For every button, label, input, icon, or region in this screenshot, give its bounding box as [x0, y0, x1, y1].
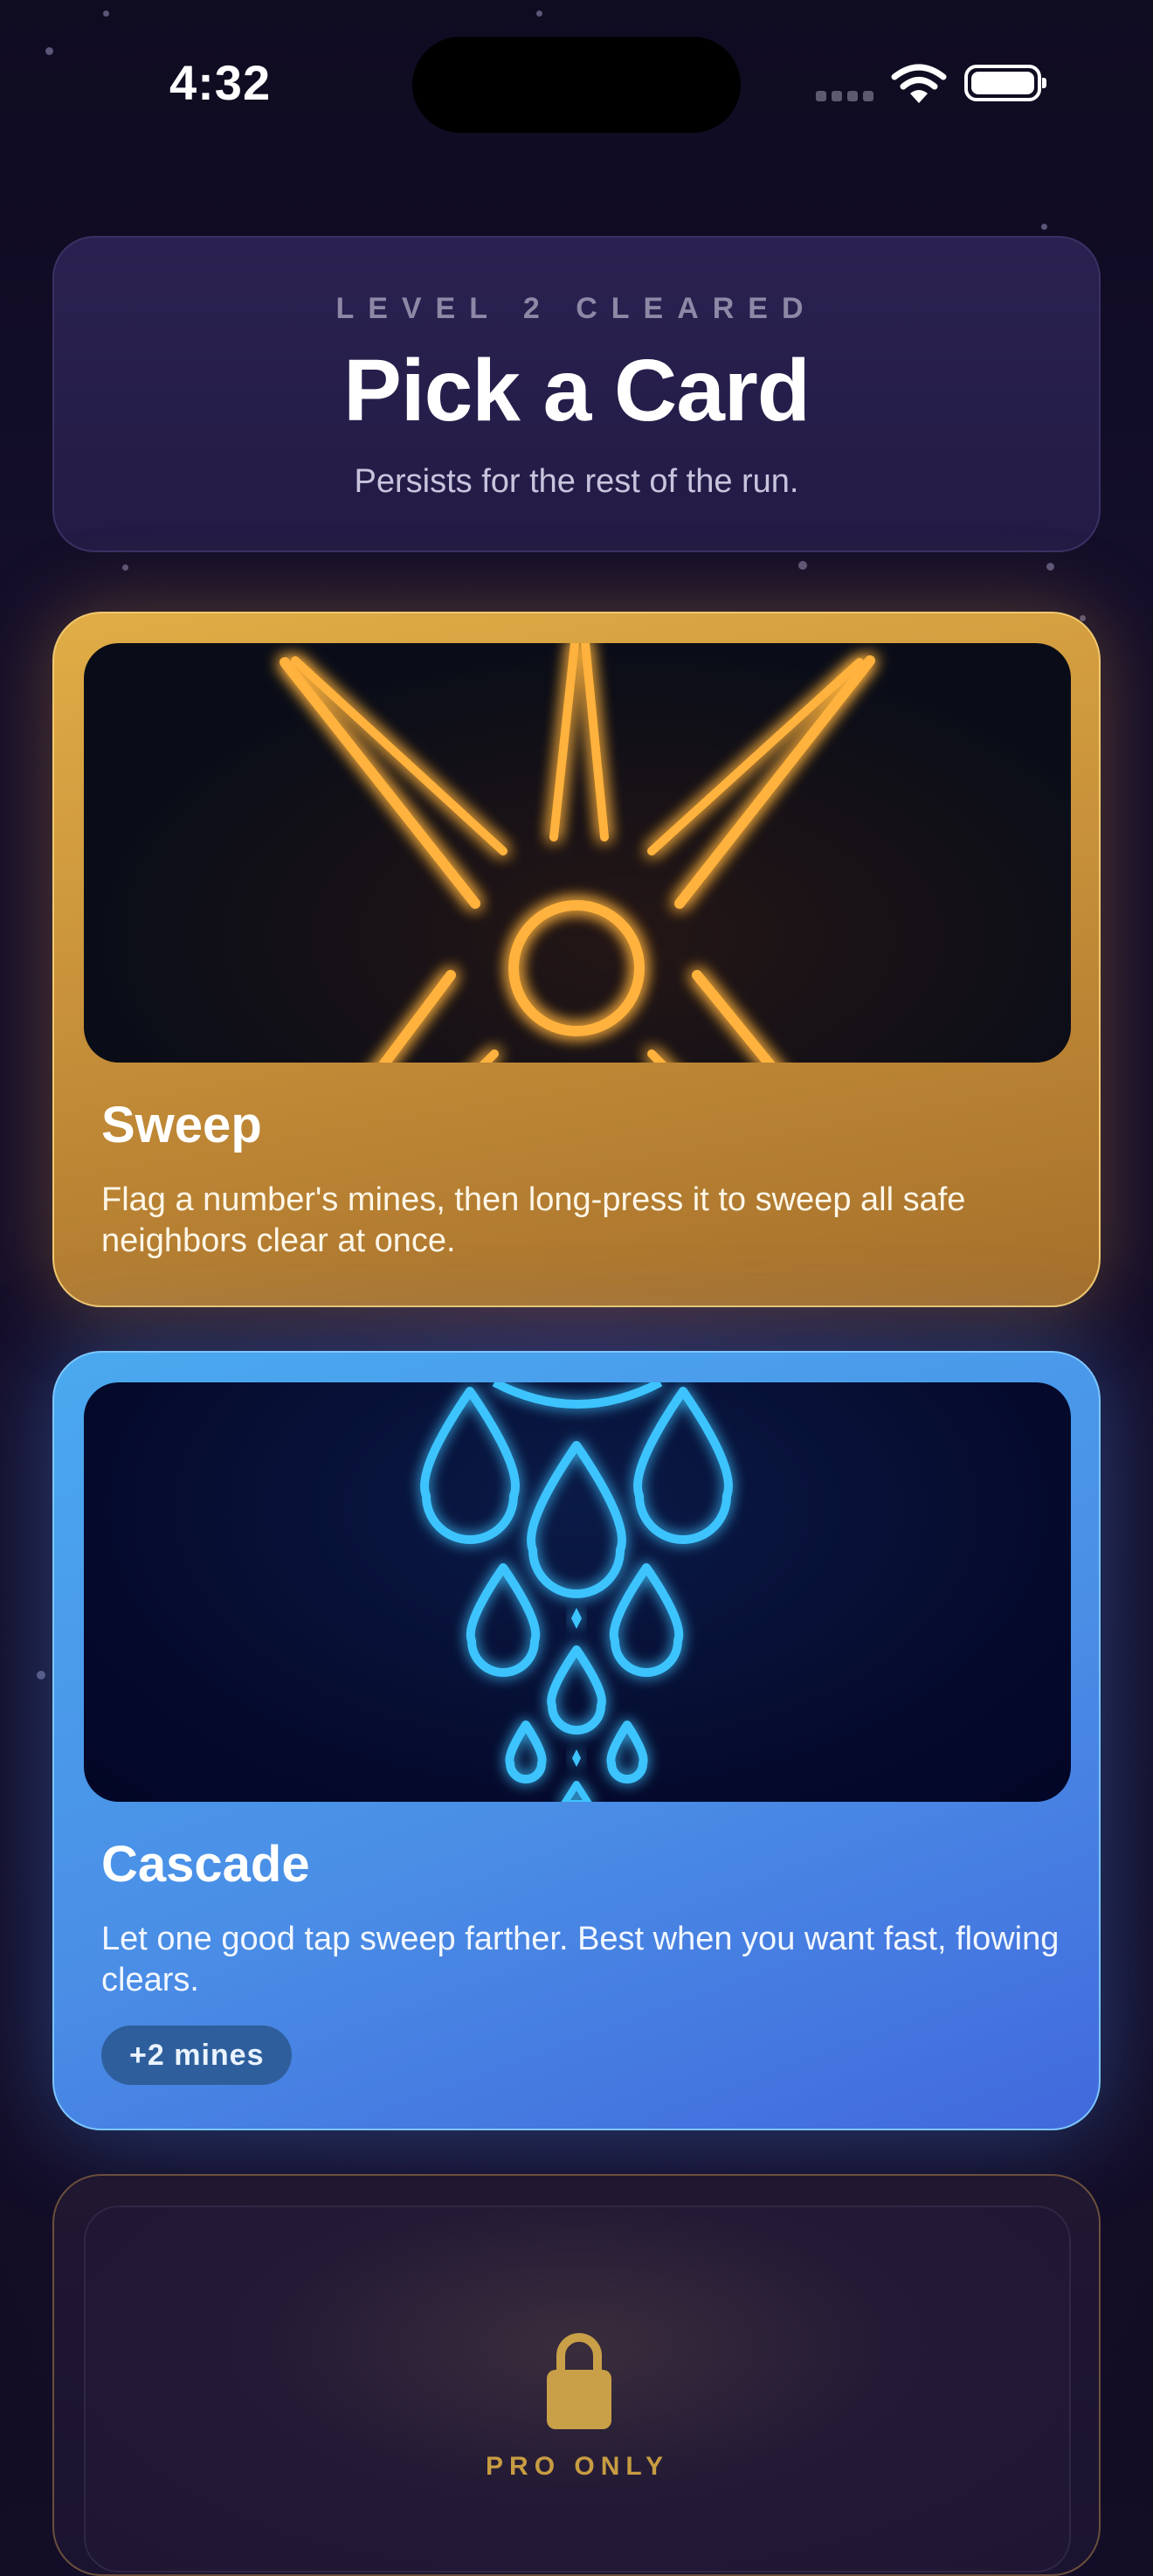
- status-time: 4:32: [169, 55, 272, 110]
- background-star: [1041, 224, 1047, 230]
- page-subtitle: Persists for the rest of the run.: [354, 463, 799, 500]
- card-description: Let one good tap sweep farther. Best whe…: [101, 1921, 1060, 1998]
- locked-card-inner: PRO ONLY: [84, 2206, 1071, 2573]
- level-cleared-label: LEVEL 2 CLEARED: [335, 292, 818, 325]
- page-title: Pick a Card: [343, 342, 811, 440]
- dynamic-island: [412, 37, 741, 133]
- card-title: Sweep: [101, 1097, 262, 1153]
- background-star: [798, 561, 807, 570]
- background-star: [37, 1671, 45, 1679]
- background-star: [536, 10, 542, 17]
- background-star: [45, 47, 53, 55]
- cascade-card[interactable]: Cascade Let one good tap sweep farther. …: [52, 1351, 1101, 2130]
- background-star: [122, 564, 128, 571]
- cellular-dots-icon: [816, 91, 873, 101]
- card-title: Cascade: [101, 1836, 310, 1893]
- card-description: Flag a number's mines, then long-press i…: [101, 1181, 966, 1259]
- sweep-art: [84, 643, 1071, 1063]
- locked-pro-card[interactable]: PRO ONLY: [52, 2174, 1101, 2576]
- pro-only-label: PRO ONLY: [486, 2452, 669, 2481]
- neon-water-drops-icon: [420, 1382, 733, 1802]
- header-card: LEVEL 2 CLEARED Pick a Card Persists for…: [52, 236, 1101, 552]
- sweep-card[interactable]: Sweep Flag a number's mines, then long-p…: [52, 612, 1101, 1307]
- battery-icon: [964, 65, 1046, 101]
- mines-modifier-badge: +2 mines: [101, 2025, 293, 2085]
- lock-icon: [547, 2333, 611, 2429]
- neon-sun-burst-icon: [280, 643, 875, 1063]
- wifi-icon: [891, 64, 947, 103]
- cascade-art: [84, 1382, 1071, 1802]
- background-star: [1046, 563, 1054, 571]
- background-star: [103, 10, 109, 17]
